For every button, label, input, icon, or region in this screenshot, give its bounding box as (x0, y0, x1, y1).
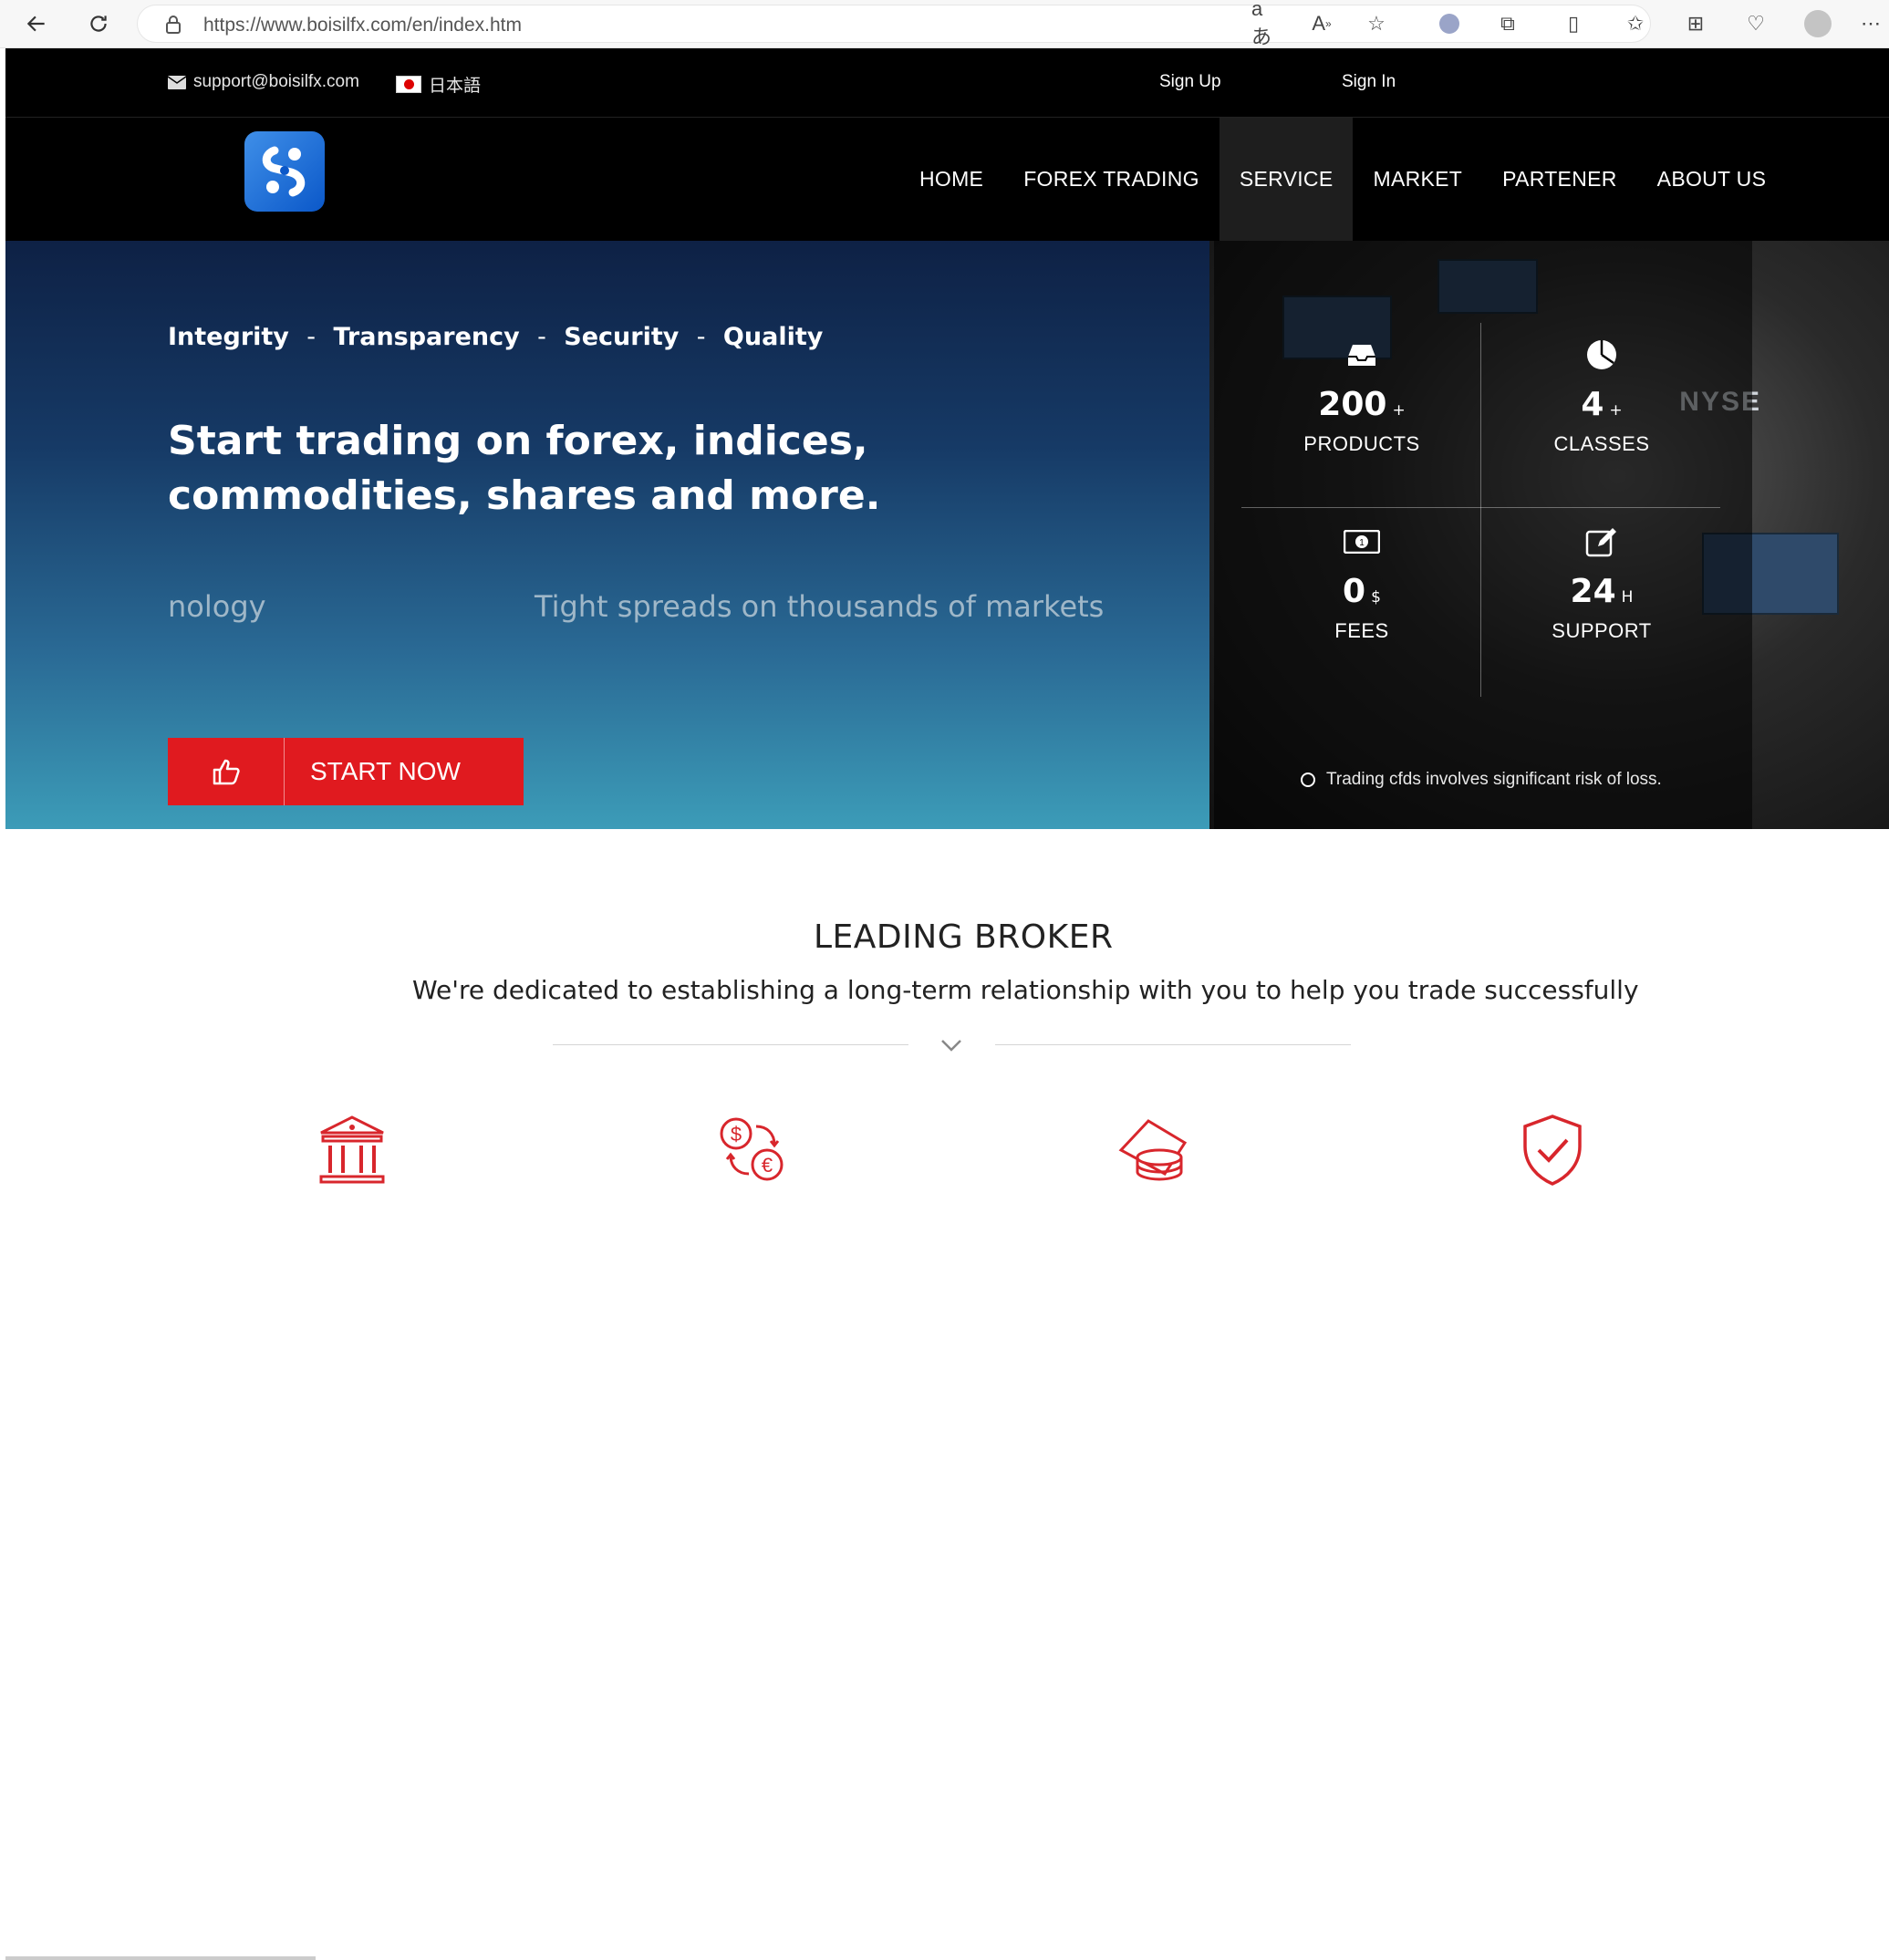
circle-icon (1301, 773, 1315, 787)
bank-icon (312, 1110, 392, 1190)
japan-flag-icon (396, 76, 421, 93)
value-pillars: Integrity - Transparency - Security - Qu… (168, 323, 823, 351)
nav-about-us[interactable]: ABOUT US (1637, 118, 1787, 241)
url-text[interactable]: https://www.boisilfx.com/en/index.htm (203, 15, 522, 36)
hero-banner: NYSE Integrity - Transparency - Security… (5, 241, 1889, 829)
stat-classes-value: 4 (1581, 386, 1604, 423)
health-icon[interactable]: ♡ (1740, 8, 1771, 39)
scroll-indicator (5, 1956, 316, 1960)
stat-support-suffix: H (1621, 588, 1634, 607)
divider-right (995, 1044, 1351, 1045)
start-now-label[interactable]: START NOW (285, 757, 461, 786)
stat-fees-value: 0 (1343, 573, 1366, 610)
pie-chart-icon (1483, 337, 1720, 373)
stats-divider-horizontal (1241, 507, 1720, 508)
profile-g-icon[interactable] (1434, 8, 1465, 39)
nav-home[interactable]: HOME (899, 118, 1003, 241)
address-bar[interactable]: https://www.boisilfx.com/en/index.htm (137, 5, 1651, 43)
site-logo[interactable] (244, 131, 325, 212)
svg-text:1: 1 (1359, 538, 1365, 548)
more-menu-icon[interactable]: ⋯ (1855, 8, 1886, 39)
stat-fees-label: FEES (1334, 619, 1389, 642)
section-tagline: We're dedicated to establishing a long-t… (412, 975, 1639, 1005)
divider-left (553, 1044, 908, 1045)
top-bar: support@boisilfx.com 日本語 Sign Up Sign In (5, 48, 1889, 118)
inbox-icon (1243, 337, 1480, 373)
stat-products-suffix: + (1392, 401, 1406, 420)
split-screen-icon[interactable]: ▯ (1558, 8, 1589, 39)
pillar-security: Security (564, 323, 680, 351)
email-text[interactable]: support@boisilfx.com (193, 72, 359, 92)
pillar-quality: Quality (722, 323, 824, 351)
stat-support: 24 H SUPPORT (1483, 524, 1720, 643)
nav-menu: HOME FOREX TRADING SERVICE MARKET PARTEN… (899, 118, 1786, 241)
pillar-separator: - (537, 323, 546, 351)
extensions-icon[interactable]: ⧉ (1492, 8, 1523, 39)
pillar-separator: - (696, 323, 706, 351)
back-icon[interactable] (18, 5, 55, 42)
thumbs-up-icon (168, 738, 285, 805)
hero-sub-text-b: Tight spreads on thousands of markets (535, 589, 1105, 624)
stat-fees: 1 0 $ FEES (1243, 524, 1480, 643)
hero-sub-text-a: nology (168, 589, 266, 624)
stat-support-label: SUPPORT (1552, 619, 1652, 642)
svg-text:€: € (762, 1154, 773, 1177)
collections-icon[interactable]: ⊞ (1680, 8, 1711, 39)
risk-notice-text: Trading cfds involves significant risk o… (1326, 770, 1662, 789)
favorite-star-icon[interactable]: ☆ (1361, 8, 1392, 39)
stat-classes: 4 + CLASSES (1483, 337, 1720, 456)
browser-toolbar: https://www.boisilfx.com/en/index.htm aあ… (0, 0, 1889, 48)
sign-in-link[interactable]: Sign In (1342, 72, 1396, 92)
website: support@boisilfx.com 日本語 Sign Up Sign In… (5, 48, 1889, 1960)
envelope-icon (168, 75, 186, 89)
stat-products-value: 200 (1318, 386, 1387, 423)
stat-products-label: PRODUCTS (1303, 432, 1420, 455)
pillar-transparency: Transparency (333, 323, 520, 351)
money-icon: 1 (1243, 524, 1480, 560)
nav-market[interactable]: MARKET (1353, 118, 1482, 241)
risk-notice: Trading cfds involves significant risk o… (1301, 770, 1662, 790)
stat-classes-suffix: + (1609, 401, 1623, 420)
reload-icon[interactable] (80, 5, 117, 42)
logo-icon (262, 146, 306, 197)
nav-forex-trading[interactable]: FOREX TRADING (1003, 118, 1220, 241)
currency-exchange-icon: $ € (712, 1110, 793, 1190)
nav-service[interactable]: SERVICE (1219, 118, 1354, 241)
nav-partener[interactable]: PARTENER (1482, 118, 1637, 241)
pillar-separator: - (306, 323, 317, 351)
translate-icon[interactable]: aあ (1251, 0, 1282, 48)
coins-icon (1114, 1110, 1194, 1190)
svg-text:$: $ (731, 1123, 742, 1146)
avatar[interactable] (1802, 8, 1833, 39)
leading-broker-section: LEADING BROKER We're dedicated to establ… (5, 829, 1889, 1960)
language-label[interactable]: 日本語 (429, 72, 481, 97)
start-now-button[interactable]: START NOW (168, 738, 524, 805)
lock-icon[interactable] (165, 15, 182, 39)
read-aloud-icon[interactable]: A» (1306, 8, 1337, 39)
pillar-integrity: Integrity (168, 323, 289, 351)
sign-up-link[interactable]: Sign Up (1159, 72, 1221, 92)
email-link[interactable]: support@boisilfx.com (168, 72, 359, 92)
edit-icon (1483, 524, 1720, 560)
main-navbar: HOME FOREX TRADING SERVICE MARKET PARTEN… (5, 118, 1889, 241)
stat-fees-suffix: $ (1371, 588, 1381, 607)
stats-divider-vertical (1480, 323, 1481, 697)
hero-headline: Start trading on forex, indices, commodi… (168, 418, 881, 519)
shield-check-icon (1512, 1110, 1593, 1190)
stat-products: 200 + PRODUCTS (1243, 337, 1480, 456)
section-title: LEADING BROKER (814, 918, 1114, 956)
favorites-icon[interactable]: ✩ (1620, 8, 1651, 39)
stat-support-value: 24 (1570, 573, 1616, 610)
stat-classes-label: CLASSES (1553, 432, 1650, 455)
chevron-down-icon[interactable] (938, 1032, 965, 1059)
language-switch[interactable]: 日本語 (396, 72, 481, 97)
